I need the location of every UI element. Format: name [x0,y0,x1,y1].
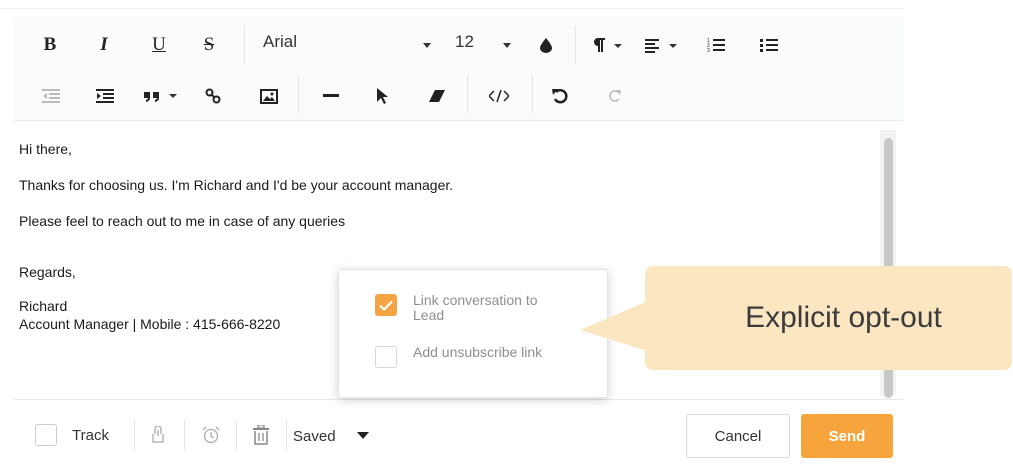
toolbar-separator [298,76,299,114]
callout-pointer [580,300,650,352]
callout-text: Explicit opt-out [745,301,942,334]
italic-button[interactable]: I [94,31,114,59]
link-icon[interactable] [202,82,224,110]
top-divider [0,8,903,9]
image-icon[interactable] [258,82,280,110]
footer-separator [134,420,135,450]
link-conversation-label-line2: Lead [413,307,445,323]
checkmark-icon [379,300,393,311]
paragraph-format-icon[interactable] [592,31,626,59]
horizontal-rule-icon[interactable] [320,82,342,110]
unsubscribe-link-label: Add unsubscribe link [413,344,543,360]
link-conversation-checkbox[interactable] [375,294,397,316]
font-size-select[interactable]: 12 [455,32,474,52]
redo-icon[interactable] [605,82,625,110]
track-checkbox[interactable] [35,424,57,446]
toolbar-separator [244,26,245,64]
font-family-select[interactable]: Arial [263,32,297,52]
bold-button[interactable]: B [40,31,60,59]
eraser-icon[interactable] [427,82,447,110]
body-line-signature: Account Manager | Mobile : 415-666-8220 [19,316,281,332]
font-family-chevron-down-icon[interactable] [420,31,434,59]
strikethrough-button[interactable]: S [198,31,220,59]
body-line-name: Richard [19,298,68,314]
saved-chevron-down-icon[interactable] [355,423,371,447]
saved-status-label: Saved [293,428,336,445]
toolbar-separator [467,76,468,114]
link-conversation-label: Link conversation to Lead [413,293,538,323]
outdent-icon[interactable] [40,82,62,110]
track-label: Track [72,427,109,444]
toolbar-separator [532,76,533,114]
ordered-list-icon[interactable]: 1 2 3 [705,31,727,59]
footer-separator [286,420,287,450]
footer-separator [236,420,237,450]
svg-text:3: 3 [707,48,710,53]
trash-icon[interactable] [250,423,272,447]
underline-button[interactable]: U [148,31,170,59]
body-line-intro: Thanks for choosing us. I'm Richard and … [19,177,454,193]
text-color-drop-icon[interactable] [537,31,555,59]
send-button[interactable]: Send [801,414,893,458]
footer-separator [184,420,185,450]
annotation-callout: Explicit opt-out [645,266,1012,370]
attachment-icon[interactable] [148,423,168,447]
undo-icon[interactable] [550,82,570,110]
unsubscribe-link-checkbox[interactable] [375,346,397,368]
body-line-contact: Please feel to reach out to me in case o… [19,213,346,229]
body-line-regards: Regards, [19,264,76,280]
send-options-popup: Link conversation to Lead Add unsubscrib… [338,269,608,398]
unordered-list-icon[interactable] [758,31,780,59]
code-view-icon[interactable] [487,82,511,110]
body-line-greeting: Hi there, [19,141,72,157]
alarm-clock-icon[interactable] [200,423,222,447]
align-icon[interactable] [643,31,681,59]
cancel-button[interactable]: Cancel [686,414,790,458]
indent-icon[interactable] [94,82,116,110]
font-size-chevron-down-icon[interactable] [500,31,514,59]
toolbar-separator [575,26,576,64]
cursor-pointer-icon[interactable] [374,82,392,110]
link-conversation-label-line1: Link conversation to [413,292,538,308]
quote-icon[interactable] [143,82,181,110]
